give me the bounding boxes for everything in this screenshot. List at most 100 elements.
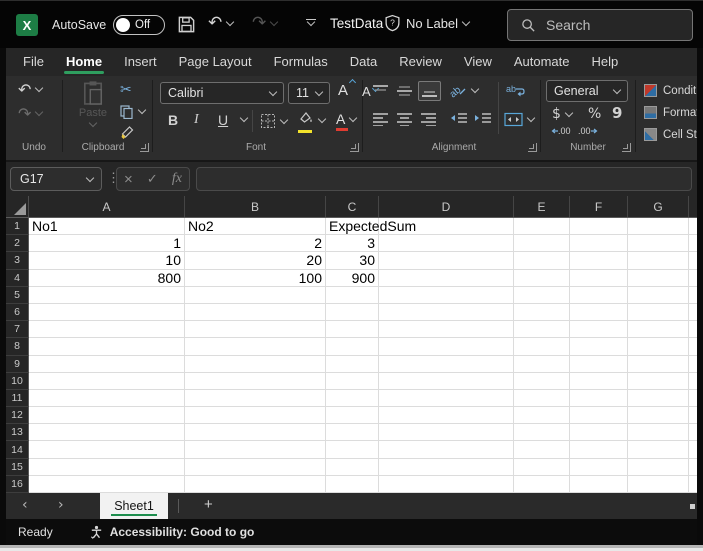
row-header-13[interactable]: 13	[6, 424, 29, 441]
merge-chevron-icon[interactable]	[527, 114, 535, 122]
tab-page-layout[interactable]: Page Layout	[168, 48, 263, 76]
cell-A13[interactable]	[29, 424, 185, 441]
align-bottom-button-selected[interactable]	[418, 81, 441, 101]
cell-B1[interactable]: No2	[185, 218, 326, 235]
cell-G9[interactable]	[628, 356, 689, 373]
copy-button[interactable]	[119, 104, 145, 119]
cell-C4[interactable]: 900	[326, 270, 379, 287]
cell-A16[interactable]	[29, 476, 185, 493]
cell-D8[interactable]	[379, 338, 514, 355]
cell-B14[interactable]	[185, 441, 326, 458]
cell-A9[interactable]	[29, 356, 185, 373]
tab-formulas[interactable]: Formulas	[263, 48, 339, 76]
align-middle-button[interactable]	[396, 84, 413, 98]
cell-D10[interactable]	[379, 373, 514, 390]
cell-C7[interactable]	[326, 321, 379, 338]
underline-dropdown-button[interactable]	[236, 118, 247, 121]
orientation-button[interactable]: ab	[450, 82, 478, 99]
row-header-16[interactable]: 16	[6, 476, 29, 493]
cell-G16[interactable]	[628, 476, 689, 493]
font-size-combo[interactable]: 11	[288, 82, 330, 104]
cell-B2[interactable]: 2	[185, 235, 326, 252]
cell-G3[interactable]	[628, 252, 689, 269]
cell-C8[interactable]	[326, 338, 379, 355]
number-dialog-launcher-icon[interactable]	[622, 143, 631, 152]
cell-F15[interactable]	[570, 459, 628, 476]
cell-B4[interactable]: 100	[185, 270, 326, 287]
cell-F13[interactable]	[570, 424, 628, 441]
autosave-toggle[interactable]: Off	[113, 15, 165, 35]
row-header-2[interactable]: 2	[6, 235, 29, 252]
tab-data[interactable]: Data	[339, 48, 388, 76]
cell-G11[interactable]	[628, 390, 689, 407]
tab-review[interactable]: Review	[388, 48, 453, 76]
font-color-button[interactable]: A	[336, 111, 356, 127]
number-format-combo[interactable]: General	[546, 80, 628, 102]
prev-sheet-button[interactable]: ‹	[22, 497, 28, 513]
cell-E3[interactable]	[514, 252, 570, 269]
cell-B13[interactable]	[185, 424, 326, 441]
cell-styles-button[interactable]: Cell Styl	[644, 128, 697, 141]
format-as-table-button[interactable]: Format a	[644, 106, 697, 119]
row-header-15[interactable]: 15	[6, 459, 29, 476]
cell-D11[interactable]	[379, 390, 514, 407]
cell-C6[interactable]	[326, 304, 379, 321]
cell-D14[interactable]	[379, 441, 514, 458]
cell-D4[interactable]	[379, 270, 514, 287]
cell-E1[interactable]	[514, 218, 570, 235]
clipboard-dialog-launcher-icon[interactable]	[140, 143, 149, 152]
cell-F1[interactable]	[570, 218, 628, 235]
copy-chevron-icon[interactable]	[138, 106, 146, 114]
col-header-C[interactable]: C	[326, 196, 379, 217]
cell-B10[interactable]	[185, 373, 326, 390]
percent-button[interactable]: %	[588, 106, 601, 122]
quick-access-toolbar-more-button[interactable]	[305, 19, 316, 25]
bold-button[interactable]: B	[168, 112, 178, 128]
undo-dropdown-chevron-icon[interactable]	[226, 17, 234, 25]
cell-D9[interactable]	[379, 356, 514, 373]
cell-F8[interactable]	[570, 338, 628, 355]
tab-file[interactable]: File	[12, 48, 55, 76]
cell-B3[interactable]: 20	[185, 252, 326, 269]
increase-decimal-button[interactable]: .00	[550, 126, 571, 136]
fill-color-button[interactable]	[298, 111, 325, 129]
cell-D13[interactable]	[379, 424, 514, 441]
search-input[interactable]: Search	[507, 9, 693, 41]
row-header-6[interactable]: 6	[6, 304, 29, 321]
cell-F16[interactable]	[570, 476, 628, 493]
col-header-F[interactable]: F	[570, 196, 628, 217]
align-right-button[interactable]	[420, 112, 437, 126]
row-header-4[interactable]: 4	[6, 270, 29, 287]
tab-home[interactable]: Home	[55, 48, 113, 76]
shrink-font-button[interactable]: A	[362, 84, 371, 99]
select-all-button[interactable]	[6, 196, 29, 217]
cell-F6[interactable]	[570, 304, 628, 321]
cell-A5[interactable]	[29, 287, 185, 304]
decrease-indent-button[interactable]	[450, 112, 468, 126]
fill-color-chevron-icon[interactable]	[318, 114, 326, 122]
cell-E14[interactable]	[514, 441, 570, 458]
row-header-8[interactable]: 8	[6, 338, 29, 355]
cell-F9[interactable]	[570, 356, 628, 373]
row-header-3[interactable]: 3	[6, 252, 29, 269]
wrap-text-button[interactable]: ab	[506, 84, 525, 99]
tab-view[interactable]: View	[453, 48, 503, 76]
align-left-button[interactable]	[372, 112, 389, 126]
cell-A14[interactable]	[29, 441, 185, 458]
underline-button[interactable]: U	[218, 112, 228, 128]
decrease-decimal-button[interactable]: .00	[578, 126, 599, 136]
cell-C3[interactable]: 30	[326, 252, 379, 269]
cell-B6[interactable]	[185, 304, 326, 321]
cell-F14[interactable]	[570, 441, 628, 458]
cell-C12[interactable]	[326, 407, 379, 424]
cell-G12[interactable]	[628, 407, 689, 424]
align-top-button[interactable]	[372, 84, 389, 98]
cell-G6[interactable]	[628, 304, 689, 321]
align-center-button[interactable]	[396, 112, 413, 126]
cell-F11[interactable]	[570, 390, 628, 407]
cell-A15[interactable]	[29, 459, 185, 476]
increase-indent-button[interactable]	[474, 112, 492, 126]
cell-C1[interactable]: ExpectedSum	[326, 218, 379, 235]
cell-D5[interactable]	[379, 287, 514, 304]
cell-B8[interactable]	[185, 338, 326, 355]
